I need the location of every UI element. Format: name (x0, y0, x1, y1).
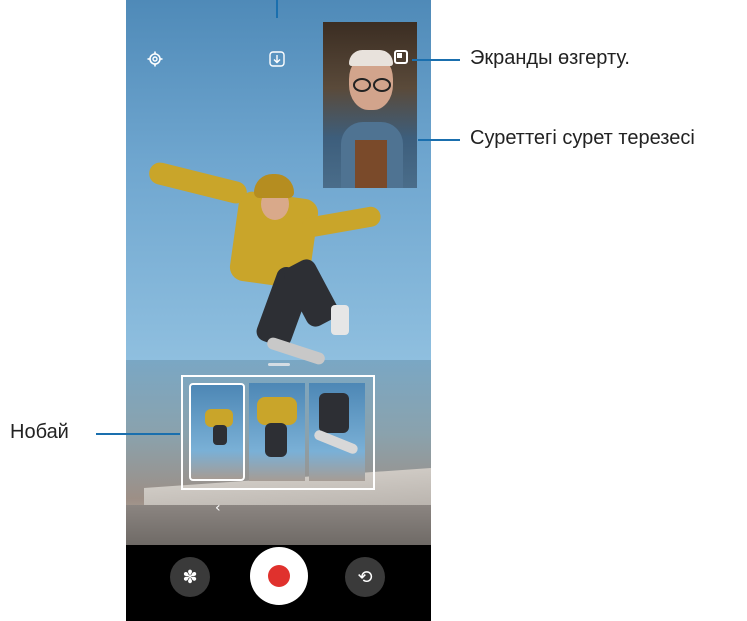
switch-camera-button[interactable]: ⟲ (345, 557, 385, 597)
label-pip-window: Суреттегі сурет терезесі (470, 127, 695, 149)
rotate-camera-icon: ⟲ (357, 566, 373, 588)
chevron-left-icon[interactable]: ‹ (215, 500, 221, 516)
callout-line-switch (412, 59, 460, 61)
download-icon[interactable] (267, 49, 287, 69)
effects-button[interactable]: ✽ (170, 557, 210, 597)
switch-screen-icon[interactable] (394, 50, 408, 64)
drag-handle[interactable] (268, 363, 290, 366)
callout-line-thumbs (96, 433, 180, 435)
record-button[interactable] (250, 547, 308, 605)
thumbnail-item[interactable] (309, 383, 365, 481)
flower-icon: ✽ (182, 566, 198, 588)
callout-line-top (276, 0, 278, 18)
camera-preview: ‹ ✽ ⟲ (126, 0, 431, 621)
thumbnail-item[interactable] (249, 383, 305, 481)
gear-icon[interactable] (145, 49, 165, 69)
ramp-shadow (126, 505, 431, 545)
callout-line-pip (418, 139, 460, 141)
pip-window[interactable] (323, 22, 417, 188)
label-switch-screen: Экранды өзгерту. (470, 47, 630, 69)
record-icon (268, 565, 290, 587)
label-single-take: Нобай (10, 421, 69, 443)
thumbnail-item[interactable] (189, 383, 245, 481)
